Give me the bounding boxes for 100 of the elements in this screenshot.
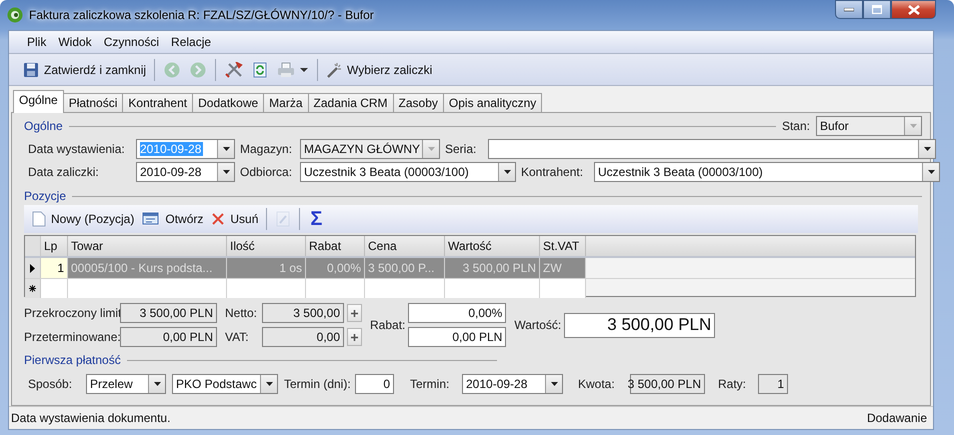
caret-icon bbox=[928, 170, 934, 174]
caret-icon bbox=[154, 382, 160, 386]
column-header[interactable]: Rabat bbox=[306, 236, 365, 256]
discount-amount-field[interactable]: 0,00 PLN bbox=[408, 327, 506, 347]
tab[interactable]: Dodatkowe bbox=[192, 93, 264, 113]
column-header[interactable]: Wartość bbox=[445, 236, 540, 256]
minimize-button[interactable] bbox=[835, 0, 863, 19]
field-label: Netto: bbox=[225, 306, 258, 320]
bank-account-dropdown[interactable]: PKO Podstawc bbox=[172, 374, 278, 394]
tab[interactable]: Płatności bbox=[62, 93, 124, 113]
vat-field: 0,00 bbox=[262, 327, 344, 347]
menu-item[interactable]: Plik bbox=[21, 35, 52, 49]
section-title: Ogólne bbox=[24, 119, 63, 133]
tab[interactable]: Marża bbox=[263, 93, 309, 113]
table-cell: 1 os bbox=[227, 258, 306, 278]
caret-icon bbox=[222, 146, 230, 150]
close-icon bbox=[908, 4, 920, 14]
field-label: Stan: bbox=[782, 119, 810, 133]
status-text: Data wystawienia dokumentu. bbox=[11, 411, 170, 425]
payment-method-dropdown[interactable]: Przelew bbox=[86, 374, 166, 394]
column-header[interactable]: Towar bbox=[68, 236, 227, 256]
forward-icon bbox=[190, 62, 206, 78]
table-cell: 3 500,00 P... bbox=[365, 258, 445, 278]
caret-icon bbox=[910, 124, 916, 128]
new-position-button[interactable]: Nowy (Pozycja) bbox=[28, 207, 138, 231]
dropdown-button[interactable] bbox=[260, 374, 277, 392]
maximize-button[interactable] bbox=[863, 0, 891, 19]
minimize-icon bbox=[844, 8, 854, 12]
field-label: Sposób: bbox=[28, 376, 74, 390]
series-dropdown[interactable] bbox=[488, 138, 936, 158]
dropdown-button[interactable] bbox=[217, 162, 234, 180]
field-label: Seria: bbox=[445, 142, 478, 156]
table-cell bbox=[306, 279, 365, 298]
sum-button[interactable]: Σ bbox=[304, 207, 328, 231]
delete-button[interactable]: Usuń bbox=[207, 207, 262, 231]
caret-icon bbox=[222, 170, 230, 174]
field-label: Kontrahent: bbox=[521, 164, 584, 178]
field-label: Magazyn: bbox=[240, 142, 294, 156]
maximize-icon bbox=[872, 5, 882, 14]
dropdown-button[interactable] bbox=[148, 374, 165, 392]
term-days-field[interactable]: 0 bbox=[355, 374, 394, 394]
tab[interactable]: Zasoby bbox=[392, 93, 444, 113]
back-icon bbox=[164, 62, 180, 78]
limit-field: 3 500,00 PLN bbox=[120, 303, 217, 323]
caret-icon bbox=[428, 146, 435, 150]
menu-item[interactable]: Relacje bbox=[165, 35, 218, 49]
due-date-field[interactable]: 2010-09-28 bbox=[462, 374, 563, 394]
pencil-icon bbox=[276, 211, 290, 227]
column-header[interactable]: Lp bbox=[41, 236, 68, 256]
close-button[interactable] bbox=[891, 0, 936, 19]
tab[interactable]: Ogólne bbox=[13, 90, 64, 113]
select-advances-button[interactable]: Wybierz zaliczki bbox=[322, 58, 436, 82]
window-title: Faktura zaliczkowa szkolenia R: FZAL/SZ/GŁÓWNY/10/? - Bufor bbox=[29, 8, 374, 22]
delete-icon bbox=[211, 212, 226, 226]
plus-icon bbox=[351, 334, 358, 340]
overdue-field: 0,00 PLN bbox=[120, 327, 217, 347]
save-close-button[interactable]: Zatwierdź i zamknij bbox=[19, 58, 150, 82]
tab[interactable]: Zadania CRM bbox=[308, 93, 394, 113]
dropdown-button[interactable] bbox=[545, 374, 562, 392]
field-label: Data zaliczki: bbox=[28, 164, 100, 178]
date-field[interactable]: 2010-09-28 bbox=[136, 162, 235, 182]
contractor-dropdown[interactable]: Uczestnik 3 Beata (00003/100) bbox=[594, 162, 940, 182]
table-cell: ZW bbox=[540, 258, 586, 278]
refresh-document-icon bbox=[253, 62, 268, 78]
dropdown-button[interactable] bbox=[922, 162, 939, 180]
app-icon bbox=[7, 7, 23, 23]
discount-percent-field[interactable]: 0,00% bbox=[408, 303, 506, 323]
menu-item[interactable]: Widok bbox=[52, 35, 98, 49]
printer-icon bbox=[277, 62, 296, 78]
open-button[interactable]: Otwórz bbox=[138, 207, 208, 231]
column-header[interactable]: Cena bbox=[365, 236, 445, 256]
plus-icon bbox=[351, 310, 358, 316]
menu-item[interactable]: Czynności bbox=[98, 35, 166, 49]
dropdown-button[interactable] bbox=[498, 162, 515, 180]
document-icon bbox=[32, 211, 46, 227]
table-cell: 3 500,00 PLN bbox=[445, 258, 540, 278]
expand-button[interactable] bbox=[347, 304, 362, 322]
dropdown-button[interactable] bbox=[217, 140, 234, 158]
magic-wand-icon bbox=[326, 62, 342, 78]
new-row-icon bbox=[29, 285, 36, 292]
field-label: Data wystawienia: bbox=[28, 142, 126, 156]
caret-icon bbox=[300, 68, 308, 72]
installments-field: 1 bbox=[758, 374, 788, 394]
dropdown-button[interactable] bbox=[918, 140, 935, 158]
column-header[interactable]: St.VAT bbox=[540, 236, 586, 256]
tab[interactable]: Kontrahent bbox=[122, 93, 194, 113]
field-label: Wartość: bbox=[514, 318, 562, 332]
field-label: Termin: bbox=[409, 376, 450, 390]
form-edit-icon bbox=[142, 212, 160, 226]
table-cell: 1 bbox=[41, 258, 68, 278]
tab[interactable]: Opis analityczny bbox=[442, 93, 542, 113]
table-cell: 00005/100 - Kurs podsta... bbox=[68, 258, 227, 278]
amount-field: 3 500,00 PLN bbox=[630, 374, 705, 394]
tools-icon bbox=[225, 62, 244, 78]
column-header[interactable]: Ilość bbox=[227, 236, 306, 256]
table-row[interactable]: 1 00005/100 - Kurs podsta... 1 os 0,00% 3 500,00 P... 3 500,00 PLN ZW bbox=[25, 258, 915, 279]
recipient-dropdown[interactable]: Uczestnik 3 Beata (00003/100) bbox=[300, 162, 516, 182]
floppy-icon bbox=[23, 62, 39, 78]
expand-button[interactable] bbox=[347, 328, 362, 346]
table-cell: 0,00% bbox=[306, 258, 365, 278]
